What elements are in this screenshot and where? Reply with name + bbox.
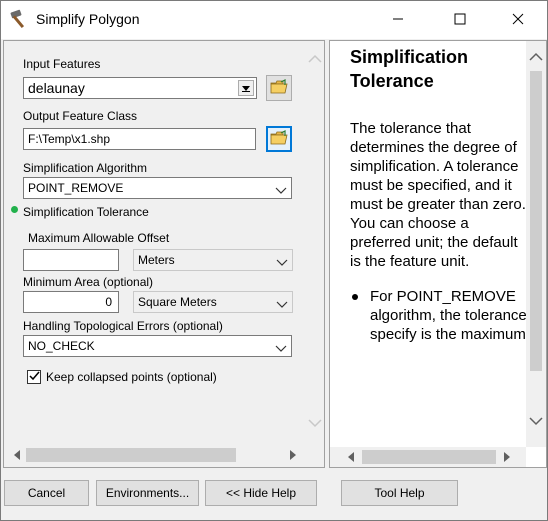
dropdown-arrow-icon[interactable] <box>238 80 254 96</box>
window-title: Simplify Polygon <box>36 11 140 27</box>
environments-button[interactable]: Environments... <box>96 480 199 506</box>
simplification-algorithm-value: POINT_REMOVE <box>28 181 124 195</box>
open-folder-icon <box>270 78 288 98</box>
help-title-line1: Simplification <box>350 47 469 67</box>
scroll-right-icon[interactable] <box>502 451 512 466</box>
max-allowable-offset-field[interactable] <box>23 249 119 271</box>
minimum-area-field[interactable]: 0 <box>23 291 119 313</box>
maximize-button[interactable] <box>437 1 483 39</box>
bullet-icon <box>352 294 358 300</box>
left-horizontal-scroll-thumb[interactable] <box>26 448 236 462</box>
input-features-value: delaunay <box>28 80 85 96</box>
browse-output-button[interactable] <box>266 126 292 152</box>
chevron-down-icon <box>276 256 288 266</box>
input-features-combo[interactable]: delaunay <box>23 77 257 99</box>
input-features-label: Input Features <box>23 57 101 71</box>
checkmark-icon <box>28 370 40 384</box>
tool-parameters-panel: Input Features delaunay Output Feature C… <box>3 40 325 468</box>
maximize-icon <box>454 13 466 28</box>
minimum-area-value: 0 <box>105 295 112 309</box>
tool-help-button[interactable]: Tool Help <box>341 480 458 506</box>
minimum-area-unit-value: Square Meters <box>138 295 217 309</box>
scroll-down-icon[interactable] <box>308 417 322 431</box>
help-horizontal-scrollbar[interactable] <box>330 447 526 467</box>
simplify-polygon-dialog: Simplify Polygon Input Features delaunay <box>0 0 548 521</box>
help-horizontal-scroll-thumb[interactable] <box>362 450 496 464</box>
help-title-line2: Tolerance <box>350 71 434 91</box>
keep-collapsed-label[interactable]: Keep collapsed points (optional) <box>46 370 217 384</box>
tolerance-unit-value: Meters <box>138 253 175 267</box>
left-horizontal-scrollbar[interactable] <box>6 445 306 465</box>
scroll-left-icon[interactable] <box>12 449 22 464</box>
keep-collapsed-checkbox[interactable] <box>27 370 41 384</box>
help-vertical-scroll-thumb[interactable] <box>530 71 542 371</box>
scroll-right-icon[interactable] <box>288 449 298 464</box>
output-feature-class-label: Output Feature Class <box>23 109 138 123</box>
help-content: Simplification Tolerance The tolerance t… <box>350 45 546 344</box>
scroll-up-icon[interactable] <box>308 53 322 67</box>
chevron-down-icon <box>275 184 287 194</box>
cancel-button[interactable]: Cancel <box>4 480 89 506</box>
hide-help-button[interactable]: << Hide Help <box>205 480 317 506</box>
chevron-down-icon <box>276 298 288 308</box>
scroll-down-icon[interactable] <box>529 415 543 429</box>
output-feature-class-field[interactable]: F:\Temp\x1.shp <box>23 128 256 150</box>
handling-errors-select[interactable]: NO_CHECK <box>23 335 292 357</box>
simplification-algorithm-label: Simplification Algorithm <box>23 161 148 175</box>
simplification-algorithm-select[interactable]: POINT_REMOVE <box>23 177 292 199</box>
open-folder-icon <box>270 129 288 149</box>
help-panel: Simplification Tolerance The tolerance t… <box>329 40 547 468</box>
minimize-button[interactable] <box>375 1 421 39</box>
title-bar[interactable]: Simplify Polygon <box>1 1 547 39</box>
tolerance-unit-select[interactable]: Meters <box>133 249 293 271</box>
scroll-up-icon[interactable] <box>529 51 543 65</box>
chevron-down-icon <box>275 342 287 352</box>
minimum-area-unit-select[interactable]: Square Meters <box>133 291 293 313</box>
close-icon <box>512 13 524 28</box>
close-button[interactable] <box>495 1 541 39</box>
help-title: Simplification Tolerance <box>350 45 528 93</box>
output-feature-class-value: F:\Temp\x1.shp <box>28 132 111 146</box>
scroll-left-icon[interactable] <box>346 451 356 466</box>
minimize-icon <box>392 13 404 28</box>
max-allowable-offset-label: Maximum Allowable Offset <box>28 231 170 245</box>
help-bullet-text: For POINT_REMOVE algorithm, the toleranc… <box>370 288 547 343</box>
left-vertical-scrollbar[interactable] <box>306 41 324 441</box>
help-body: The tolerance that determines the degree… <box>350 120 526 270</box>
hammer-icon <box>9 8 31 30</box>
browse-input-button[interactable] <box>266 75 292 101</box>
handling-errors-value: NO_CHECK <box>28 339 95 353</box>
handling-errors-label: Handling Topological Errors (optional) <box>23 319 223 333</box>
minimum-area-label: Minimum Area (optional) <box>23 275 154 289</box>
help-bullet-item: For POINT_REMOVE algorithm, the toleranc… <box>330 287 547 344</box>
required-indicator-icon <box>11 206 18 213</box>
simplification-tolerance-label: Simplification Tolerance <box>23 205 149 219</box>
help-vertical-scrollbar[interactable] <box>526 41 546 447</box>
